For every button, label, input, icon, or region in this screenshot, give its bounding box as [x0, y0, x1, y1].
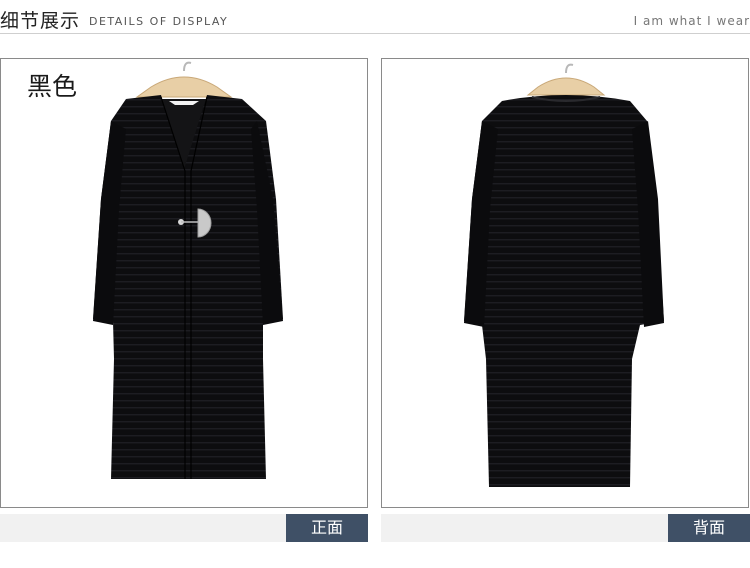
page-header: 细节展示 DETAILS OF DISPLAY I am what I wear — [0, 0, 750, 34]
caption-bar-front: 正面 — [0, 514, 368, 542]
hanger-icon — [135, 76, 233, 98]
header-divider — [0, 33, 750, 34]
caption-bar-back: 背面 — [381, 514, 750, 542]
back-view-tab[interactable]: 背面 — [668, 514, 750, 542]
hanger-icon — [526, 77, 606, 96]
front-view-tab[interactable]: 正面 — [286, 514, 368, 542]
section-title: 细节展示 — [0, 10, 81, 32]
section-subtitle: DETAILS OF DISPLAY — [89, 15, 229, 28]
brand-slogan: I am what I wear — [633, 14, 750, 28]
cardigan-front-illustration — [93, 61, 283, 479]
cardigan-back-illustration — [464, 63, 664, 487]
color-name-label: 黑色 — [27, 72, 78, 101]
product-image-back[interactable] — [381, 58, 749, 508]
product-image-front[interactable]: 黑色 — [0, 58, 368, 508]
